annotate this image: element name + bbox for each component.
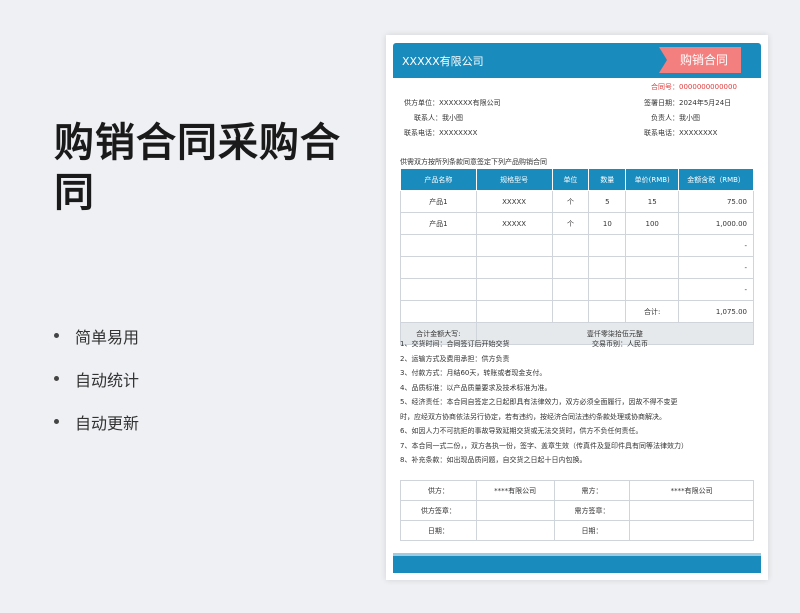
term-item: 6、如因人力不可抗拒的事故导致延期交货或无法交货时，供方不负任何责任。 [400, 427, 643, 435]
column-header: 数量 [588, 168, 627, 191]
table-cell [625, 256, 680, 279]
term-item: 3、付款方式：月结60天，转账或者现金支付。 [400, 369, 547, 377]
document-footer [393, 553, 761, 573]
product-table: 产品名称 规格型号 单位 数量 单价(RMB) 金额含税（RMB） 产品1 XX… [400, 168, 755, 345]
terms-list: 1、交货时间：合同签订后开始交货 交易币别：人民币 2、运输方式及费用承担：供方负… [400, 337, 760, 468]
term-item: 2、运输方式及费用承担：供方负责 [400, 354, 510, 363]
table-row: 供方签章： 需方签章： [400, 500, 754, 521]
table-cell: 个 [551, 190, 590, 213]
table-cell [588, 256, 627, 279]
table-row: 供方： ****有限公司 需方： ****有限公司 [400, 480, 754, 501]
date-field [629, 520, 754, 541]
table-row: - [400, 256, 754, 279]
table-cell [400, 256, 477, 279]
table-cell [400, 300, 477, 323]
table-cell [588, 278, 627, 301]
table-cell: 产品1 [400, 212, 477, 235]
document-header: XXXXX有限公司 购销合同 [393, 43, 761, 78]
table-cell: - [678, 234, 754, 257]
owner-person: 负责人：我小图 [651, 114, 700, 122]
intro-text: 供需双方按所列条款同意签定下列产品购销合同 [400, 158, 547, 166]
buyer-sign-label: 需方签章： [553, 500, 631, 521]
table-cell [551, 300, 590, 323]
table-cell: 15 [625, 190, 680, 213]
company-name: XXXXX有限公司 [402, 55, 484, 68]
phone-right: 联系电话：XXXXXXXX [644, 129, 718, 137]
table-row: 产品1 XXXXX 个 5 15 75.00 [400, 190, 754, 213]
buyer-sign-field [629, 500, 754, 521]
bullet-icon [54, 333, 59, 338]
subtotal-label: 合计: [625, 300, 680, 323]
term-item: 1、交货时间：合同签订后开始交货 交易币别：人民币 [400, 337, 760, 352]
bullet-icon [54, 376, 59, 381]
subtotal-row: 合计: 1,075.00 [400, 300, 754, 323]
table-cell [400, 278, 477, 301]
term-item: 5、经济责任：本合同自签定之日起即具有法律效力，双方必须全面履行，因故不得不变更 [400, 398, 678, 406]
supplier-sign-field [475, 500, 555, 521]
table-cell: 75.00 [678, 190, 754, 213]
table-cell: 10 [588, 212, 627, 235]
term-item: 8、补充条款：如出现品质问题，自交货之日起十日内包换。 [400, 456, 587, 464]
table-cell: XXXXX [475, 212, 553, 235]
currency: 交易币别：人民币 [592, 340, 648, 348]
table-cell [625, 234, 680, 257]
table-cell: 100 [625, 212, 680, 235]
supplier-unit: 供方单位：XXXXXXX有限公司 [404, 99, 501, 107]
table-cell: 个 [551, 212, 590, 235]
table-header-row: 产品名称 规格型号 单位 数量 单价(RMB) 金额含税（RMB） [400, 168, 754, 191]
table-cell [475, 300, 553, 323]
table-cell: XXXXX [475, 190, 553, 213]
date-field [475, 520, 555, 541]
promo-title: 购销合同采购合同 [54, 120, 341, 216]
table-row: 产品1 XXXXX 个 10 100 1,000.00 [400, 212, 754, 235]
subtotal-value: 1,075.00 [678, 300, 754, 323]
table-row: - [400, 278, 754, 301]
buyer-value: ****有限公司 [629, 480, 754, 501]
table-cell [551, 234, 590, 257]
contract-number: 合同号：0000000000000 [651, 83, 737, 91]
column-header: 单位 [551, 168, 590, 191]
column-header: 金额含税（RMB） [678, 168, 754, 191]
contract-document: XXXXX有限公司 购销合同 合同号：0000000000000 供方单位：XX… [386, 35, 768, 580]
column-header: 产品名称 [400, 168, 477, 191]
table-cell [400, 234, 477, 257]
table-cell: - [678, 256, 754, 279]
contact-person: 联系人：我小图 [414, 114, 463, 122]
table-row: - [400, 234, 754, 257]
date-label: 日期： [553, 520, 631, 541]
feature-item: 简单易用 [54, 314, 139, 357]
table-cell [475, 278, 553, 301]
bullet-icon [54, 419, 59, 424]
term-item: 时，应经双方协商依法另行协定，若有违约，按经济合同法违约条款处理或协商解决。 [400, 412, 666, 421]
buyer-label: 需方： [553, 480, 631, 501]
table-cell: 5 [588, 190, 627, 213]
table-cell [551, 256, 590, 279]
feature-list: 简单易用 自动统计 自动更新 [54, 314, 139, 443]
table-cell [475, 256, 553, 279]
term-item: 7、本合同一式二份，，双方各执一份，签字、盖章生效（传真件及复印件具有同等法律效… [400, 441, 688, 450]
signature-table: 供方： ****有限公司 需方： ****有限公司 供方签章： 需方签章： 日期… [400, 480, 754, 541]
supplier-sign-label: 供方签章： [400, 500, 477, 521]
feature-item: 自动更新 [54, 400, 139, 443]
term-item: 4、品质标准：以产品质量要求及技术标准为准。 [400, 383, 552, 392]
table-cell: 1,000.00 [678, 212, 754, 235]
supplier-label: 供方： [400, 480, 477, 501]
contract-type-badge: 购销合同 [659, 47, 741, 73]
table-cell [475, 234, 553, 257]
column-header: 规格型号 [475, 168, 553, 191]
supplier-value: ****有限公司 [475, 480, 555, 501]
column-header: 单价(RMB) [625, 168, 680, 191]
sign-date: 签署日期：2024年5月24日 [644, 99, 732, 107]
table-cell: - [678, 278, 754, 301]
table-cell [551, 278, 590, 301]
table-cell: 产品1 [400, 190, 477, 213]
phone-left: 联系电话：XXXXXXXX [404, 129, 478, 137]
feature-item: 自动统计 [54, 357, 139, 400]
table-cell [588, 300, 627, 323]
table-cell [588, 234, 627, 257]
date-label: 日期： [400, 520, 477, 541]
table-cell [625, 278, 680, 301]
table-row: 日期： 日期： [400, 520, 754, 541]
